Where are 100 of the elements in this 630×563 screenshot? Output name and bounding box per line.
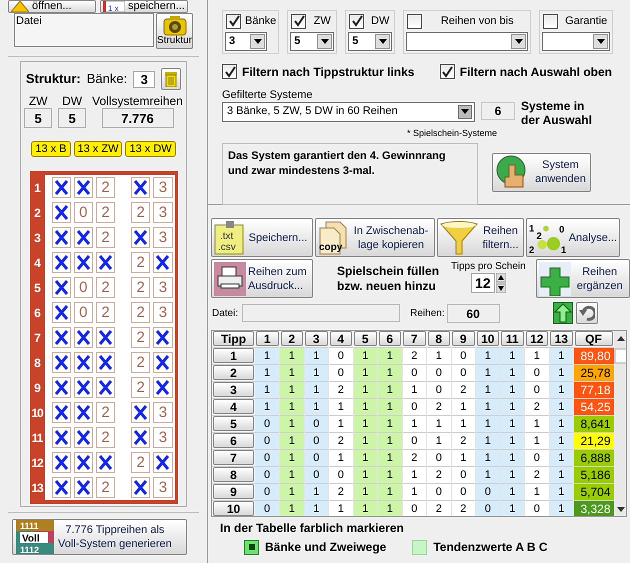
toolbar-button[interactable]: .txt .csv Speichern... [211,218,313,257]
ticket-cell[interactable] [52,252,71,273]
structure-button[interactable]: Struktur [156,13,193,49]
column-header[interactable]: QF [574,331,612,346]
filter-dropdown[interactable]: 5 [290,32,334,50]
row-header[interactable]: 6 [213,433,254,448]
checkbox[interactable] [407,14,422,29]
ticket-cell[interactable] [74,177,93,198]
ticket-cell[interactable] [96,452,116,473]
ticket-cell[interactable]: 3 [153,202,173,223]
ticket-cell[interactable] [52,427,71,448]
row-header[interactable]: 4 [213,399,254,414]
ticket-cell[interactable] [74,402,93,423]
ticket-cell[interactable] [74,452,93,473]
row-header[interactable]: 3 [213,382,254,397]
ticket-cell[interactable]: 2 [96,302,116,323]
ticket-cell[interactable] [52,402,71,423]
ticket-cell[interactable]: 3 [153,302,173,323]
ticket-cell[interactable] [52,377,71,398]
column-header[interactable]: 13 [550,331,572,346]
ticket-cell[interactable]: 2 [96,402,116,423]
ticket-cell[interactable]: 2 [131,352,150,373]
file-button[interactable]: öffnen... [8,0,96,13]
column-header[interactable]: 12 [526,331,548,346]
column-header[interactable]: 10 [476,331,499,346]
checkbox[interactable] [543,14,558,29]
column-header[interactable]: 4 [330,331,352,346]
file-field[interactable]: Datei [14,13,154,47]
move-up-button[interactable] [552,302,573,324]
ticket-cell[interactable] [131,427,150,448]
ticket-cell[interactable] [96,252,116,273]
ticket-cell[interactable]: 2 [96,477,116,498]
checkbox[interactable] [244,540,259,554]
row-header[interactable]: 1 [213,348,254,363]
filter-dropdown[interactable]: 3 [225,32,267,50]
row-header[interactable]: 7 [213,450,254,465]
file-button[interactable]: 1 x speichern... [100,0,188,13]
ticket-cell[interactable] [96,327,116,348]
ticket-cell[interactable]: 2 [131,252,150,273]
checkbox[interactable] [349,14,364,29]
ticket-cell[interactable] [153,352,173,373]
checkbox[interactable] [291,14,306,29]
ticket-cell[interactable]: 2 [96,177,116,198]
delete-button[interactable] [161,68,182,90]
fill-button[interactable]: 13 x ZW [74,141,122,157]
file-field[interactable] [242,304,400,322]
fill-button[interactable]: 13 x B [31,141,71,157]
toolbar-button[interactable]: copy In Zwischenab- lage kopieren [315,218,435,257]
filter-dropdown[interactable]: 5 [348,32,392,50]
ticket-cell[interactable] [153,452,173,473]
ticket-cell[interactable]: 2 [96,427,116,448]
ticket-cell[interactable]: 2 [131,277,150,298]
row-header[interactable]: 8 [213,467,254,482]
ticket-cell[interactable] [52,277,71,298]
fill-button[interactable]: 13 x DW [125,141,176,157]
ticket-cell[interactable] [74,427,93,448]
column-header[interactable]: 1 [256,331,278,346]
print-button[interactable]: Reihen zum Ausdruck... [211,259,313,298]
ticket-cell[interactable]: 0 [74,302,93,323]
ticket-cell[interactable] [52,452,71,473]
checkbox[interactable] [222,64,237,79]
ticket-cell[interactable]: 2 [131,377,150,398]
ticket-cell[interactable] [52,327,71,348]
ticket-cell[interactable] [52,302,71,323]
ticket-cell[interactable]: 2 [96,277,116,298]
toolbar-button[interactable]: Reihen filtern... [437,218,524,257]
ticket-cell[interactable] [52,477,71,498]
ticket-cell[interactable] [52,227,71,248]
filter-dropdown[interactable] [406,32,528,50]
row-header[interactable]: 9 [213,484,254,499]
ticket-cell[interactable] [153,327,173,348]
column-header[interactable]: 3 [305,331,328,346]
checkbox[interactable] [226,14,241,29]
banks-field[interactable]: 3 [133,70,156,88]
ticket-cell[interactable]: 3 [153,402,173,423]
column-header[interactable]: Tipp [213,331,254,346]
ticket-cell[interactable] [74,227,93,248]
generate-button[interactable]: 1111 1112 Voll 7.776 Tippreihen als Voll-System generieren [12,519,187,555]
column-header[interactable]: 2 [280,331,303,346]
ticket-cell[interactable] [52,202,71,223]
ticket-cell[interactable]: 2 [131,327,150,348]
ticket-cell[interactable] [52,177,71,198]
ticket-cell[interactable] [131,477,150,498]
ticket-cell[interactable] [74,377,93,398]
ticket-cell[interactable] [131,402,150,423]
toolbar-button[interactable]: 1 2 0 2 1 Analyse... [526,218,620,257]
undo-button[interactable] [576,302,598,324]
row-header[interactable]: 5 [213,416,254,431]
ticket-cell[interactable]: 2 [131,452,150,473]
systems-dropdown[interactable]: 3 Bänke, 5 ZW, 5 DW in 60 Reihen [222,102,475,122]
ticket-cell[interactable] [52,352,71,373]
ticket-cell[interactable]: 2 [96,227,116,248]
column-header[interactable]: 8 [428,331,450,346]
ticket-cell[interactable] [131,177,150,198]
ticket-cell[interactable] [153,377,173,398]
ticket-cell[interactable]: 2 [131,202,150,223]
apply-system-button[interactable]: System anwenden [492,152,591,192]
column-header[interactable]: 7 [403,331,426,346]
ticket-cell[interactable]: 3 [153,227,173,248]
ticket-cell[interactable]: 3 [153,177,173,198]
